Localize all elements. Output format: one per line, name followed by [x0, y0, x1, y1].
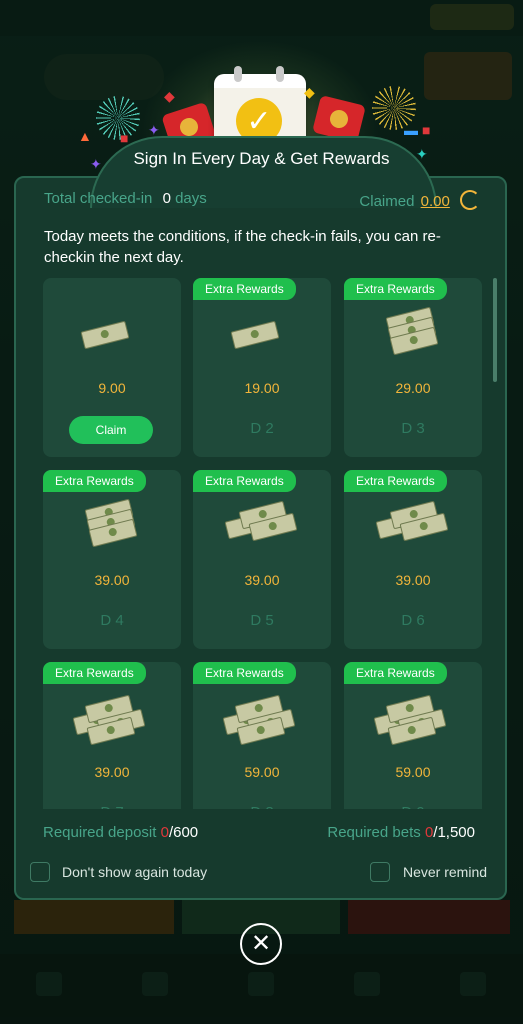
reward-amount: 39.00 — [395, 572, 431, 588]
never-remind-checkbox[interactable] — [370, 862, 390, 882]
claimed-value: 0.00 — [420, 193, 450, 210]
total-checked-in-unit: days — [175, 190, 207, 207]
reward-card-7[interactable]: Extra Rewards 39.00 D 7 — [43, 662, 181, 809]
stats-row: Total checked-in 0 days Claimed 0.00 — [28, 190, 488, 212]
refresh-icon[interactable] — [460, 190, 480, 210]
firework-icon — [96, 96, 140, 140]
extra-rewards-badge: Extra Rewards — [193, 278, 296, 300]
reward-card-3[interactable]: Extra Rewards 29.00 D 3 — [344, 278, 482, 457]
extra-rewards-badge: Extra Rewards — [344, 662, 447, 684]
cash-stack-icon — [375, 500, 449, 542]
confetti-icon: ◆ — [304, 84, 315, 100]
day-label: D 5 — [250, 612, 274, 629]
claimed-summary: Claimed 0.00 — [359, 190, 480, 210]
grid-scrollbar[interactable] — [493, 278, 497, 382]
cash-stack-icon — [222, 692, 296, 746]
close-button[interactable]: ✕ — [240, 923, 282, 965]
required-deposit-total: /600 — [168, 824, 199, 841]
cash-stack-icon — [72, 692, 146, 746]
reward-amount: 19.00 — [244, 380, 280, 396]
options-row: Don't show again today Never remind — [28, 862, 498, 886]
required-bets-total: /1,500 — [433, 824, 475, 841]
reward-amount: 39.00 — [94, 572, 130, 588]
confetti-icon: ◆ — [164, 88, 175, 104]
reward-card-5[interactable]: Extra Rewards 39.00 D 5 — [193, 470, 331, 649]
cash-stack-icon — [80, 308, 142, 350]
required-deposit: Required deposit 0/600 — [43, 824, 198, 841]
reward-amount: 39.00 — [244, 572, 280, 588]
close-icon: ✕ — [250, 930, 272, 957]
required-deposit-label: Required deposit — [43, 824, 157, 841]
claimed-label: Claimed — [359, 193, 415, 210]
bill-shape — [80, 320, 130, 350]
extra-rewards-badge: Extra Rewards — [43, 470, 146, 492]
required-bets: Required bets 0/1,500 — [327, 824, 475, 841]
check-in-notice: Today meets the conditions, if the check… — [44, 228, 441, 266]
dont-show-checkbox[interactable] — [30, 862, 50, 882]
reward-amount: 59.00 — [244, 764, 280, 780]
cash-stack-icon — [383, 306, 443, 356]
extra-rewards-badge: Extra Rewards — [344, 278, 447, 300]
reward-grid[interactable]: 9.00 Claim Extra Rewards 19.00 D 2 Extra Rewa… — [43, 278, 483, 809]
day-label: D 2 — [250, 420, 274, 437]
confetti-icon: ■ — [422, 122, 431, 138]
day-label: D 6 — [401, 612, 425, 629]
day-label: D 3 — [401, 420, 425, 437]
day-label: D 4 — [100, 612, 124, 629]
extra-rewards-badge: Extra Rewards — [193, 662, 296, 684]
calendar-ring — [276, 66, 284, 82]
calendar-ring — [234, 66, 242, 82]
confetti-icon: ▲ — [78, 128, 92, 144]
extra-rewards-badge: Extra Rewards — [43, 662, 146, 684]
reward-card-8[interactable]: Extra Rewards 59.00 D 8 — [193, 662, 331, 809]
required-bets-label: Required bets — [327, 824, 421, 841]
reward-card-6[interactable]: Extra Rewards 39.00 D 6 — [344, 470, 482, 649]
reward-card-4[interactable]: Extra Rewards 39.00 D 4 — [43, 470, 181, 649]
reward-amount: 59.00 — [395, 764, 431, 780]
total-checked-in-label: Total checked-in — [44, 190, 153, 207]
reward-amount: 39.00 — [94, 764, 130, 780]
day-label: D 8 — [193, 804, 331, 809]
cash-stack-icon — [230, 308, 292, 350]
claim-button[interactable]: Claim — [69, 416, 153, 444]
required-deposit-current: 0 — [160, 824, 169, 841]
never-remind-label[interactable]: Never remind — [403, 864, 487, 880]
extra-rewards-badge: Extra Rewards — [193, 470, 296, 492]
reward-amount: 29.00 — [395, 380, 431, 396]
total-checked-in-value: 0 — [162, 190, 171, 207]
reward-card-9[interactable]: Extra Rewards 59.00 D 9 — [344, 662, 482, 809]
cash-stack-icon — [82, 498, 142, 548]
requirements-row: Required deposit 0/600 Required bets 0/1… — [43, 824, 483, 844]
extra-rewards-badge: Extra Rewards — [344, 470, 447, 492]
modal-title: Sign In Every Day & Get Rewards — [133, 149, 390, 168]
bill-shape — [230, 320, 280, 350]
day-label: D 9 — [344, 804, 482, 809]
confetti-icon: ▬ — [404, 122, 418, 138]
total-checked-in: Total checked-in 0 days — [44, 190, 207, 207]
reward-card-1[interactable]: 9.00 Claim — [43, 278, 181, 457]
day-label: D 7 — [43, 804, 181, 809]
cash-stack-icon — [224, 500, 298, 542]
reward-amount: 9.00 — [98, 380, 126, 396]
cash-stack-icon — [373, 692, 447, 746]
reward-card-2[interactable]: Extra Rewards 19.00 D 2 — [193, 278, 331, 457]
dont-show-label[interactable]: Don't show again today — [62, 864, 207, 880]
